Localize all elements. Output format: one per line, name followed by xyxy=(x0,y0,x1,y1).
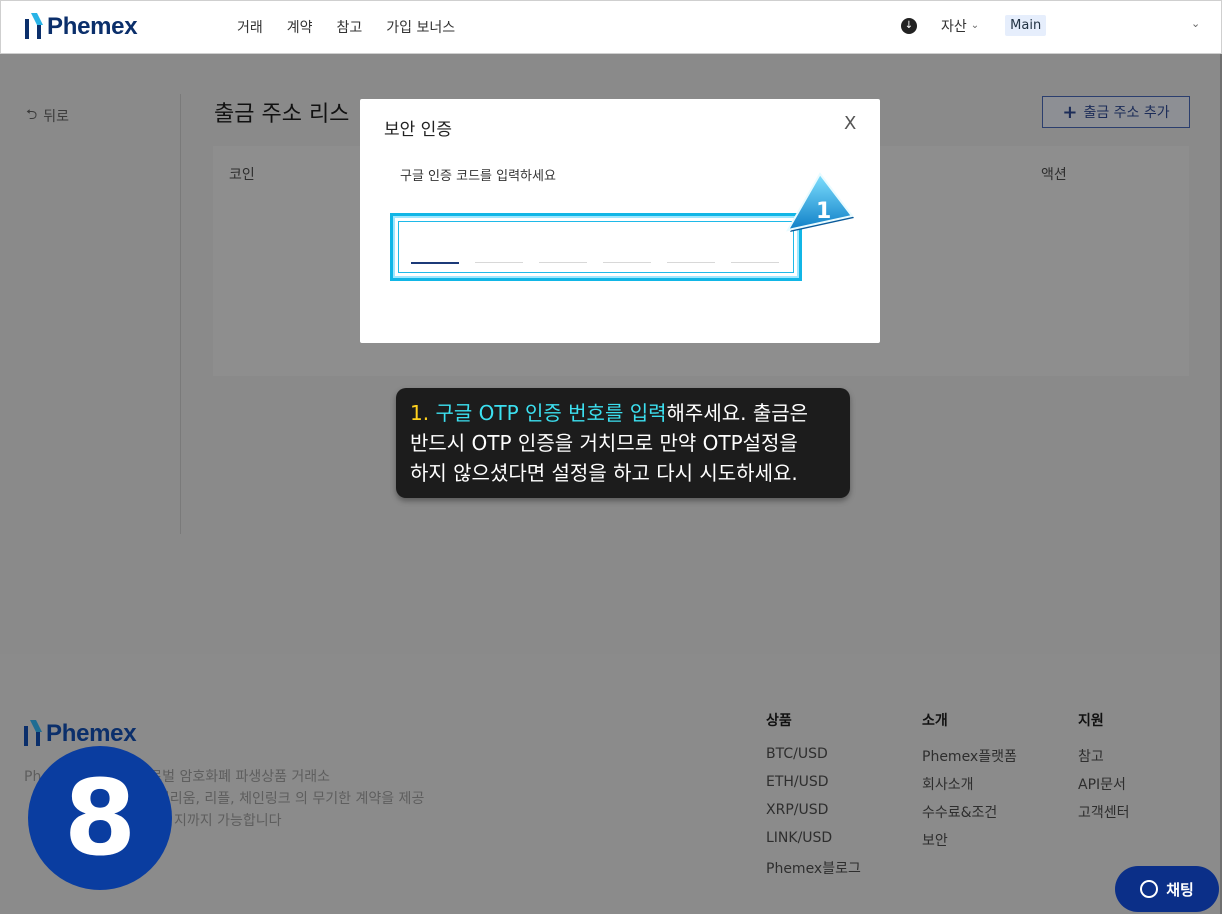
step-number: 1 xyxy=(816,199,831,224)
footer-link[interactable]: 참고 xyxy=(1078,746,1130,766)
asset-menu[interactable]: 자산 ⌄ xyxy=(941,16,979,36)
modal-title: 보안 인증 xyxy=(384,120,452,140)
tooltip-step-number: 1. xyxy=(410,401,430,425)
otp-code-inner xyxy=(398,221,794,273)
tooltip-text-1: 해주세요. 출금은 xyxy=(666,401,809,425)
nav-trade[interactable]: 거래 xyxy=(237,17,263,37)
chat-button[interactable]: 채팅 xyxy=(1115,866,1219,912)
nav-reference[interactable]: 참고 xyxy=(337,17,363,37)
column-header-action: 액션 xyxy=(1041,167,1067,183)
instruction-tooltip: 1. 구글 OTP 인증 번호를 입력해주세요. 출금은 반드시 OTP 인증을… xyxy=(396,388,850,498)
phemex-logo-icon xyxy=(25,13,43,39)
nav-contract[interactable]: 계약 xyxy=(287,17,313,37)
add-address-label: 출금 주소 추가 xyxy=(1083,105,1170,121)
footer-col-support: 지원 참고 API문서 고객센터 xyxy=(1078,710,1130,830)
footer-col-about: 소개 Phemex플랫폼 회사소개 수수료&조건 보안 xyxy=(922,710,1017,858)
footer-brand-name: Phemex xyxy=(46,720,137,747)
chevron-down-icon: ⌄ xyxy=(970,20,980,31)
chat-bubble-icon xyxy=(1140,880,1159,898)
column-header-coin: 코인 xyxy=(229,167,255,183)
footer-link[interactable]: 고객센터 xyxy=(1078,802,1130,822)
footer-link[interactable]: BTC/USD xyxy=(766,746,861,766)
asset-label: 자산 xyxy=(941,18,967,35)
footer-col-heading: 소개 xyxy=(922,713,948,729)
brand-logo[interactable]: Phemex xyxy=(23,11,138,43)
footer-col-heading: 지원 xyxy=(1078,713,1104,729)
page-footer: Phemex Ph 신뢰할 수 있는 글로벌 암호화폐 파생상품 거래소 이더리… xyxy=(0,654,1222,914)
close-icon[interactable]: X xyxy=(844,113,856,134)
main-nav: 거래 계약 참고 가입 보너스 xyxy=(237,17,455,37)
footer-col-heading: 상품 xyxy=(766,713,792,729)
back-arrow-icon: ⮌ xyxy=(26,107,38,123)
top-header: Phemex 거래 계약 참고 가입 보너스 ↓ 자산 ⌄ Main ⌄ xyxy=(0,0,1222,54)
tooltip-line-1: 1. 구글 OTP 인증 번호를 입력해주세요. 출금은 xyxy=(410,398,836,428)
back-label: 뒤로 xyxy=(43,109,69,125)
otp-digit-5[interactable] xyxy=(667,262,715,263)
chat-label: 채팅 xyxy=(1166,880,1194,899)
footer-link[interactable]: ETH/USD xyxy=(766,774,861,794)
header-right: ↓ 자산 ⌄ Main xyxy=(901,15,1047,36)
chevron-down-icon[interactable]: ⌄ xyxy=(1191,17,1200,30)
otp-digit-4[interactable] xyxy=(603,262,651,263)
sidebar-divider xyxy=(180,94,181,534)
footer-link[interactable]: 회사소개 xyxy=(922,774,1017,794)
otp-digit-1[interactable] xyxy=(411,262,459,264)
footer-link[interactable]: Phemex플랫폼 xyxy=(922,746,1017,766)
otp-digit-6[interactable] xyxy=(731,262,779,263)
footer-link[interactable]: 수수료&조건 xyxy=(922,802,1017,822)
tooltip-line-2: 반드시 OTP 인증을 거치므로 만약 OTP설정을 xyxy=(410,431,798,455)
plus-icon: + xyxy=(1062,101,1078,123)
download-icon[interactable]: ↓ xyxy=(901,17,917,34)
otp-code-input[interactable] xyxy=(390,213,802,281)
step-circle-badge: 8 xyxy=(28,746,172,890)
footer-logo[interactable]: Phemex xyxy=(22,718,137,750)
add-address-button[interactable]: + 출금 주소 추가 xyxy=(1042,96,1190,128)
nav-signup-bonus[interactable]: 가입 보너스 xyxy=(386,17,455,37)
otp-digit-3[interactable] xyxy=(539,262,587,263)
step-marker-icon: 1 xyxy=(786,172,854,232)
otp-digit-2[interactable] xyxy=(475,262,523,263)
tooltip-line-3: 하지 않으셨다면 설정을 하고 다시 시도하세요. xyxy=(410,461,798,485)
footer-link[interactable]: 보안 xyxy=(922,830,1017,850)
page-title: 출금 주소 리스 xyxy=(214,102,350,127)
footer-link[interactable]: LINK/USD xyxy=(766,830,861,850)
footer-col-products: 상품 BTC/USD ETH/USD XRP/USD LINK/USD Phem… xyxy=(766,710,861,886)
tooltip-highlight: 구글 OTP 인증 번호를 입력 xyxy=(435,401,667,425)
phemex-logo-icon xyxy=(24,720,42,746)
footer-link[interactable]: API문서 xyxy=(1078,774,1130,794)
modal-instruction: 구글 인증 코드를 입력하세요 xyxy=(400,169,556,184)
account-badge[interactable]: Main xyxy=(1005,15,1047,36)
back-button[interactable]: ⮌ 뒤로 xyxy=(26,104,69,128)
brand-name: Phemex xyxy=(47,13,138,40)
footer-link[interactable]: XRP/USD xyxy=(766,802,861,822)
footer-link[interactable]: Phemex블로그 xyxy=(766,858,861,878)
